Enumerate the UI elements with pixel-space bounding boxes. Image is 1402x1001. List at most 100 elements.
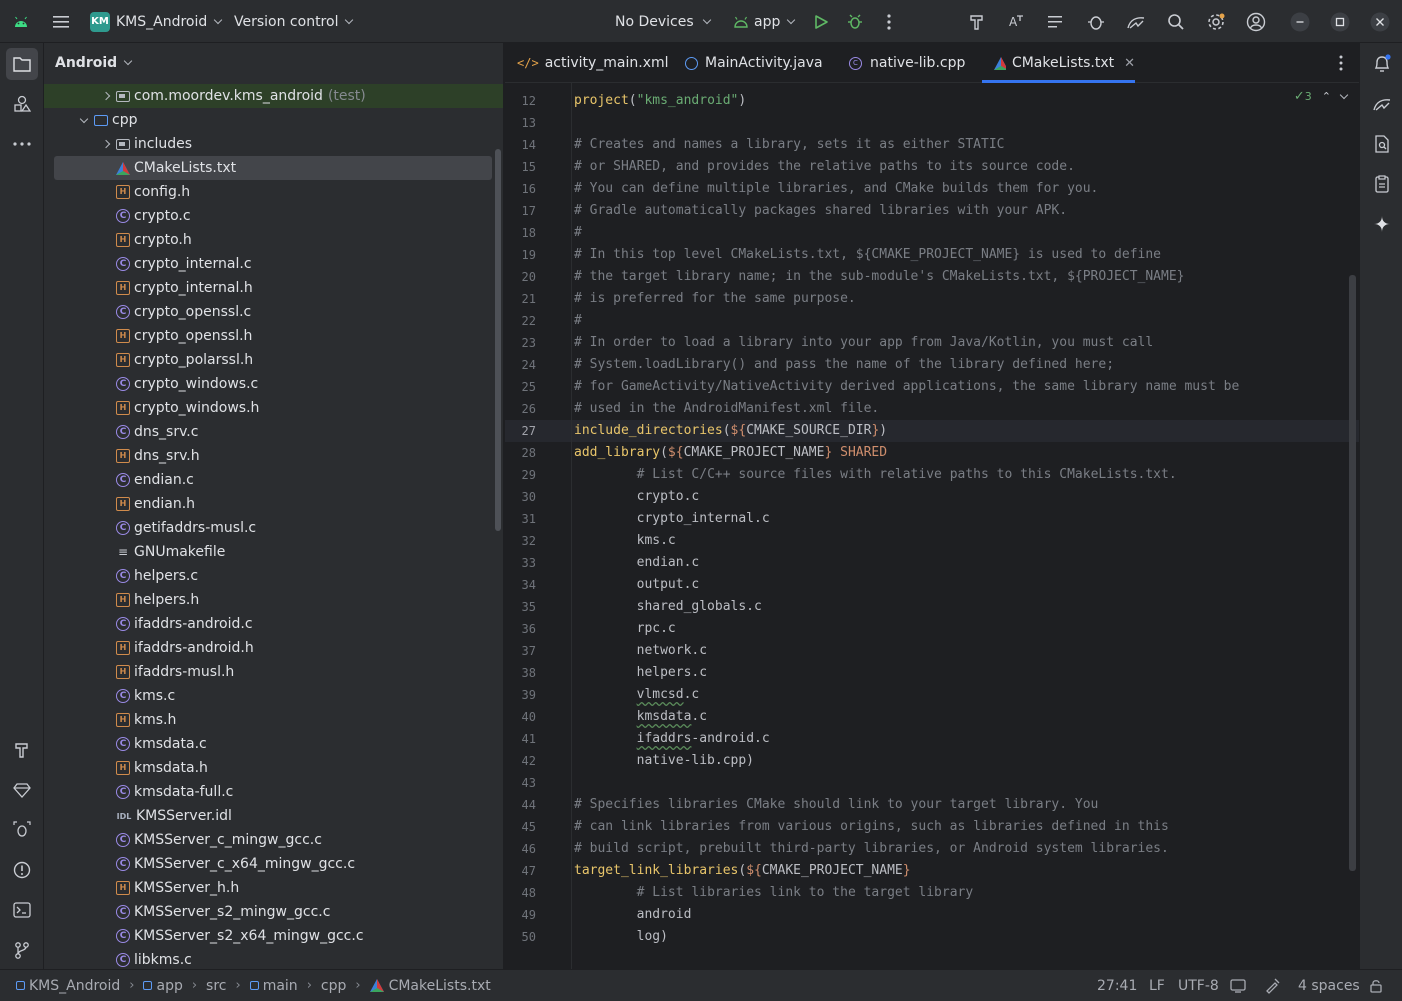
tree-item[interactable]: Clibkms.c [44,948,503,969]
tree-item[interactable]: Cifaddrs-android.c [44,612,503,636]
tree-item[interactable]: Hendian.h [44,492,503,516]
lock-icon[interactable] [1369,970,1383,1001]
tree-item[interactable]: Hcrypto_internal.h [44,276,503,300]
app-inspection-button[interactable] [6,814,38,846]
more-actions-icon[interactable] [878,11,900,33]
next-highlight-icon[interactable] [1339,90,1349,99]
tree-item[interactable]: Cgetifaddrs-musl.c [44,516,503,540]
tree-item[interactable]: Ckmsdata-full.c [44,780,503,804]
indent-setting[interactable]: 4 spaces [1298,970,1360,1001]
breadcrumb-item[interactable]: cpp [321,978,346,994]
tree-item[interactable]: cpp [44,108,503,132]
notifications-button[interactable] [1366,48,1398,80]
more-tools-button[interactable] [6,128,38,160]
tree-item[interactable]: Hcrypto.h [44,228,503,252]
tree-item[interactable]: Hkmsdata.h [44,756,503,780]
breadcrumb-item[interactable]: KMS_Android [16,978,120,994]
tree-item[interactable]: Hcrypto_windows.h [44,396,503,420]
build-hammer-icon[interactable] [966,11,988,33]
settings-gear-icon[interactable] [1205,11,1227,33]
tree-item[interactable]: H KMSServer_h.h [44,876,503,900]
problems-tool-button[interactable] [6,854,38,886]
tree-item[interactable]: C KMSServer_c_x64_mingw_gcc.c [44,852,503,876]
tree-item[interactable]: Hdns_srv.h [44,444,503,468]
gem-tool-button[interactable] [6,774,38,806]
inspection-widget[interactable]: ✓3 ⌃ [1294,89,1349,104]
version-control-button[interactable] [6,934,38,966]
tab-label: native-lib.cpp [870,55,966,71]
resource-manager-button[interactable] [6,88,38,120]
tree-item[interactable]: Hhelpers.h [44,588,503,612]
device-explorer-button[interactable] [1366,128,1398,160]
close-tab-icon[interactable]: ✕ [1124,56,1135,71]
tree-item[interactable]: Ccrypto.c [44,204,503,228]
gemini-button[interactable] [1366,208,1398,240]
previous-highlight-icon[interactable]: ⌃ [1322,90,1331,103]
chevron-right-icon[interactable] [101,91,111,101]
tree-item[interactable]: Hcrypto_openssl.h [44,324,503,348]
breadcrumb-item[interactable]: src [206,978,226,994]
line-separator[interactable]: LF [1149,970,1165,1001]
file-encoding[interactable]: UTF-8 [1178,970,1219,1001]
chevron-right-icon[interactable] [101,139,111,149]
tree-item[interactable]: com.moordev.kms_android (test) [44,84,503,108]
sync-gradle-icon[interactable] [1085,11,1107,33]
translate-icon[interactable]: A [1005,11,1027,33]
tree-item[interactable]: Hifaddrs-musl.h [44,660,503,684]
line-number: 29 [521,468,536,482]
project-tool-button[interactable] [6,48,38,80]
tree-item[interactable]: Hcrypto_polarssl.h [44,348,503,372]
device-selector[interactable]: No Devices [615,0,711,43]
project-view-selector[interactable]: Android [44,43,503,83]
project-scrollbar[interactable] [495,149,501,531]
tab-cmakelists-txt[interactable]: CMakeLists.txt ✕ [982,43,1135,83]
tab-mainactivity-java[interactable]: MainActivity.java [685,43,823,83]
breadcrumb-item[interactable]: main [249,978,298,994]
sync-list-icon[interactable] [1045,11,1067,33]
tree-item[interactable]: Hifaddrs-android.h [44,636,503,660]
tree-item[interactable]: Ccrypto_windows.c [44,372,503,396]
readonly-toggle-icon[interactable] [1230,970,1246,1001]
tree-item[interactable]: ≡ GNUmakefile [44,540,503,564]
code-style-icon[interactable] [1264,970,1280,1001]
maximize-window-icon[interactable] [1329,11,1351,33]
tree-item[interactable]: Chelpers.c [44,564,503,588]
run-config-selector[interactable]: app [733,0,796,43]
tree-item[interactable]: Hconfig.h [44,180,503,204]
breadcrumb-item[interactable]: app [143,978,183,994]
main-menu-icon[interactable] [50,11,72,33]
tree-item[interactable]: C KMSServer_s2_x64_mingw_gcc.c [44,924,503,948]
caret-position[interactable]: 27:41 [1097,970,1137,1001]
close-window-icon[interactable] [1369,11,1391,33]
account-icon[interactable] [1245,11,1267,33]
tree-item[interactable]: Hkms.h [44,708,503,732]
tree-item[interactable]: Ckmsdata.c [44,732,503,756]
tree-item[interactable]: Cdns_srv.c [44,420,503,444]
tree-item[interactable]: IDL KMSServer.idl [44,804,503,828]
minimize-window-icon[interactable] [1289,11,1311,33]
tree-item[interactable]: C KMSServer_s2_mingw_gcc.c [44,900,503,924]
build-tool-button[interactable] [6,734,38,766]
project-selector[interactable]: KM KMS_Android [90,0,223,43]
tab-activity-main-xml[interactable]: </> activity_main.xml [517,43,669,83]
tab-native-lib-cpp[interactable]: C native-lib.cpp [849,43,965,83]
tree-item[interactable]: Ckms.c [44,684,503,708]
run-icon[interactable] [810,11,832,33]
tree-item[interactable]: CMakeLists.txt [54,156,492,180]
debug-icon[interactable] [844,11,866,33]
editor-scrollbar[interactable] [1349,275,1356,871]
tab-options-icon[interactable] [1339,55,1343,75]
vcs-menu[interactable]: Version control [234,0,354,43]
device-manager-icon[interactable] [1125,11,1147,33]
terminal-tool-button[interactable] [6,894,38,926]
tree-item[interactable]: includes [44,132,503,156]
breadcrumb-item[interactable]: CMakeLists.txt [369,978,491,994]
running-devices-button[interactable] [1366,88,1398,120]
tree-item[interactable]: Ccrypto_openssl.c [44,300,503,324]
tree-item[interactable]: Ccrypto_internal.c [44,252,503,276]
tree-item[interactable]: C KMSServer_c_mingw_gcc.c [44,828,503,852]
search-icon[interactable] [1165,11,1187,33]
tree-item[interactable]: Cendian.c [44,468,503,492]
logcat-button[interactable] [1366,168,1398,200]
chevron-down-icon[interactable] [79,114,89,123]
